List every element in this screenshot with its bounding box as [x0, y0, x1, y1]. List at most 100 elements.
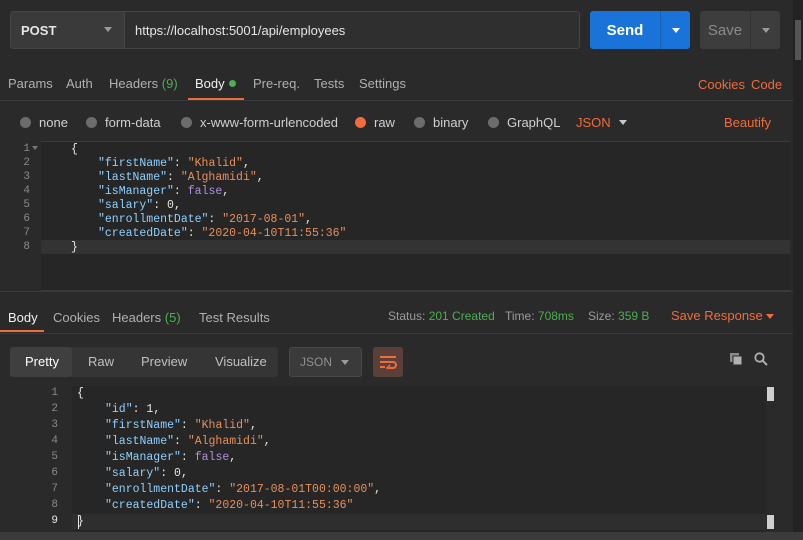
view-raw-button[interactable]: Raw: [88, 354, 114, 369]
tab-tests[interactable]: Tests: [314, 76, 344, 91]
cookies-link[interactable]: Cookies: [698, 77, 745, 92]
json-key: "salary": [105, 467, 161, 480]
save-response-button[interactable]: Save Response: [671, 308, 763, 323]
line-number: 5: [23, 199, 30, 211]
code-line: "id": 1,: [105, 403, 160, 416]
json-value: "2020-04-10T11:55:36": [208, 499, 354, 512]
radio-form-data[interactable]: form-data: [86, 115, 161, 130]
copy-icon[interactable]: [729, 352, 743, 366]
send-button[interactable]: Send: [590, 11, 660, 49]
radio-circle: [20, 117, 31, 128]
method-label: POST: [21, 22, 57, 38]
active-line-highlight: [72, 514, 766, 530]
beautify-button[interactable]: Beautify: [724, 115, 771, 130]
json-value: "Khalid": [194, 419, 250, 432]
tab-auth[interactable]: Auth: [66, 76, 93, 91]
response-scrollbar[interactable]: [766, 386, 776, 532]
radio-label: raw: [374, 115, 395, 130]
code-line: "firstName": "Khalid",: [98, 157, 250, 170]
json-key: "createdDate": [105, 499, 195, 512]
radio-none[interactable]: none: [20, 115, 68, 130]
radio-circle-selected: [355, 117, 366, 128]
colon: :: [194, 499, 209, 512]
code-line: }: [71, 241, 78, 254]
response-format-select[interactable]: JSON: [289, 347, 362, 377]
search-icon[interactable]: [754, 352, 768, 366]
code-line: "enrollmentDate": "2017-08-01T00:00:00",: [105, 483, 381, 496]
line-number: 4: [23, 185, 30, 197]
code-line: {: [77, 387, 84, 400]
separator: ,: [173, 199, 181, 212]
json-value: "Alghamidi": [187, 435, 264, 448]
response-tab-test-results[interactable]: Test Results: [199, 310, 270, 325]
radio-binary[interactable]: binary: [414, 115, 468, 130]
response-tab-cookies[interactable]: Cookies: [53, 310, 100, 325]
json-value: 0: [167, 199, 174, 212]
colon: :: [132, 403, 147, 416]
save-button[interactable]: Save: [700, 11, 750, 49]
url-input[interactable]: https://localhost:5001/api/employees: [125, 11, 580, 49]
separator: ,: [222, 185, 230, 198]
json-key: "enrollmentDate": [105, 483, 216, 496]
tab-settings[interactable]: Settings: [359, 76, 406, 91]
chevron-down-icon: [104, 27, 112, 32]
json-value: "Khalid": [187, 157, 243, 170]
response-tab-body[interactable]: Body: [8, 310, 38, 325]
active-line-highlight: [41, 240, 790, 254]
code-line: "isManager": false,: [98, 185, 229, 198]
tab-prereq[interactable]: Pre-req.: [253, 76, 300, 91]
radio-label: form-data: [105, 115, 161, 130]
code-link[interactable]: Code: [751, 77, 782, 92]
scrollbar-thumb[interactable]: [767, 515, 774, 529]
line-number: 4: [51, 435, 58, 447]
tab-params[interactable]: Params: [8, 76, 53, 91]
json-key: "salary": [98, 199, 154, 212]
json-key: "firstName": [105, 419, 181, 432]
code-line: "firstName": "Khalid",: [105, 419, 257, 432]
colon: :: [215, 483, 230, 496]
colon: :: [167, 171, 181, 184]
colon: :: [153, 199, 168, 212]
tab-headers[interactable]: Headers (9): [109, 76, 178, 91]
method-select[interactable]: POST: [10, 11, 125, 49]
line-number: 1: [23, 143, 30, 155]
chevron-down-icon[interactable]: [619, 120, 627, 125]
radio-urlencoded[interactable]: x-www-form-urlencoded: [181, 115, 338, 130]
save-options-button[interactable]: [750, 11, 780, 49]
size-label: Size:: [588, 309, 615, 323]
view-pretty-button[interactable]: Pretty: [25, 354, 59, 369]
radio-label: x-www-form-urlencoded: [200, 115, 338, 130]
body-format-select[interactable]: JSON: [576, 115, 611, 130]
radio-circle: [86, 117, 97, 128]
code-line: "lastName": "Alghamidi",: [105, 435, 271, 448]
line-number: 6: [23, 213, 30, 225]
json-value: "2017-08-01": [222, 213, 306, 226]
status-info: Status: 201 Created: [388, 309, 495, 323]
send-options-button[interactable]: [660, 11, 690, 49]
line-number: 3: [51, 419, 58, 431]
window-scrollbar[interactable]: [793, 0, 803, 540]
chevron-down-icon: [672, 28, 680, 33]
colon: :: [187, 227, 202, 240]
scrollbar-thumb[interactable]: [767, 387, 774, 401]
line-number: 7: [51, 483, 58, 495]
response-tab-headers[interactable]: Headers (5): [112, 310, 181, 325]
wrap-lines-button[interactable]: [373, 347, 403, 377]
view-visualize-button[interactable]: Visualize: [215, 354, 267, 369]
separator: ,: [180, 467, 188, 480]
scrollbar-thumb[interactable]: [795, 20, 801, 60]
chevron-down-icon[interactable]: [766, 314, 774, 319]
fold-arrow-icon[interactable]: [32, 146, 38, 150]
tab-body[interactable]: Body: [195, 76, 236, 91]
view-preview-button[interactable]: Preview: [141, 354, 187, 369]
chevron-down-icon: [762, 28, 770, 33]
json-key: "isManager": [98, 185, 174, 198]
brace: {: [77, 387, 84, 400]
wrap-lines-icon: [380, 356, 397, 369]
separator: ,: [374, 483, 382, 496]
code-line: "createdDate": "2020-04-10T11:55:36": [98, 227, 346, 240]
radio-graphql[interactable]: GraphQL: [488, 115, 560, 130]
radio-raw[interactable]: raw: [355, 115, 395, 130]
radio-label: binary: [433, 115, 469, 130]
code-line: "salary": 0,: [98, 199, 181, 212]
